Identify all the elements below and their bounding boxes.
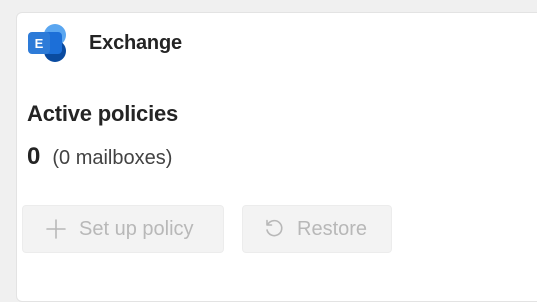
policy-count: 0 [27, 143, 41, 170]
app-name: Exchange [89, 31, 182, 54]
card-actions: Set up policy Restore [22, 205, 392, 253]
restore-label: Restore [297, 217, 368, 240]
card-header: E Exchange [24, 20, 182, 66]
policy-count-row: 0 (0 mailboxes) [27, 143, 172, 171]
set-up-policy-button[interactable]: Set up policy [22, 205, 224, 253]
restore-button[interactable]: Restore [242, 205, 392, 253]
active-policies-title: Active policies [27, 101, 179, 126]
mailbox-count: (0 mailboxes) [52, 147, 173, 169]
exchange-logo-icon: E [24, 20, 70, 66]
set-up-policy-label: Set up policy [79, 217, 194, 240]
svg-text:E: E [35, 36, 44, 51]
add-icon [45, 218, 67, 240]
undo-icon [263, 218, 285, 240]
